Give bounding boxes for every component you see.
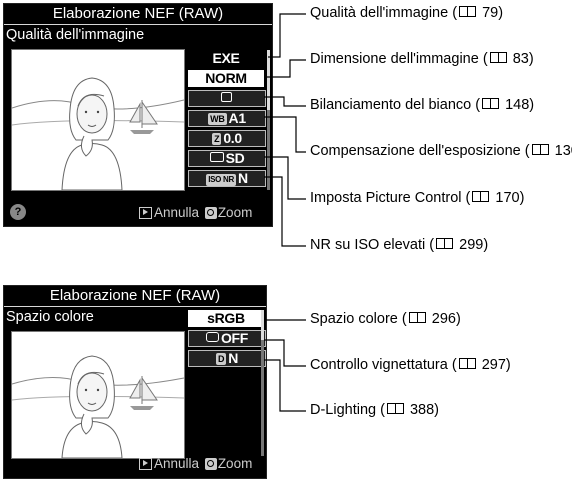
callout-page: 83)	[512, 51, 534, 67]
callout-text: Spazio colore (	[310, 311, 407, 327]
leader-iso-nr	[264, 176, 306, 247]
page-ref-icon	[436, 238, 454, 249]
page-ref-icon	[458, 358, 476, 369]
callout-text: Compensazione dell'esposizione (	[310, 143, 530, 159]
callout-text: Dimensione dell'immagine (	[310, 51, 488, 67]
leader-picture-control	[264, 156, 306, 200]
page-ref-icon	[531, 144, 549, 155]
callout-picture-control: Imposta Picture Control ( 170)	[310, 190, 524, 206]
leader-exposure	[264, 116, 306, 153]
callout-color-space: Spazio colore ( 296)	[310, 311, 461, 327]
page-ref-icon	[472, 191, 490, 202]
callout-image-quality: Qualità dell'immagine ( 79)	[310, 5, 503, 21]
page-ref-icon	[459, 6, 477, 17]
callout-page: 148)	[505, 97, 535, 113]
callout-white-balance: Bilanciamento del bianco ( 148)	[310, 97, 534, 113]
callout-high-iso-nr: NR su ISO elevati ( 299)	[310, 237, 488, 253]
callout-text: Bilanciamento del bianco (	[310, 97, 481, 113]
page-ref-icon	[408, 312, 426, 323]
leader-quality	[268, 13, 306, 58]
callout-text: NR su ISO elevati (	[310, 237, 435, 253]
page-ref-icon	[482, 98, 500, 109]
callout-image-size: Dimensione dell'immagine ( 83)	[310, 51, 534, 67]
callout-text: Imposta Picture Control (	[310, 190, 471, 206]
leader-size	[264, 59, 306, 78]
callout-page: 297)	[481, 357, 511, 373]
callout-page: 79)	[482, 5, 504, 21]
page-ref-icon	[386, 403, 404, 414]
callout-page: 170)	[495, 190, 525, 206]
callout-text: Qualità dell'immagine (	[310, 5, 458, 21]
callout-text: D-Lighting (	[310, 402, 385, 418]
callout-page: 296)	[431, 311, 461, 327]
callout-d-lighting: D-Lighting ( 388)	[310, 402, 439, 418]
page-ref-icon	[489, 52, 507, 63]
leader-white-balance	[264, 96, 306, 107]
leader-vignette	[264, 339, 306, 367]
callout-page: 299)	[459, 237, 489, 253]
callout-page: 130)	[554, 143, 572, 159]
callout-exposure-compensation: Compensazione dell'esposizione ( 130)	[310, 143, 572, 159]
callout-page: 388)	[409, 402, 440, 418]
callout-text: Controllo vignettatura (	[310, 357, 457, 373]
callout-vignette-control: Controllo vignettatura ( 297)	[310, 357, 511, 373]
leader-d-lighting	[264, 359, 306, 412]
